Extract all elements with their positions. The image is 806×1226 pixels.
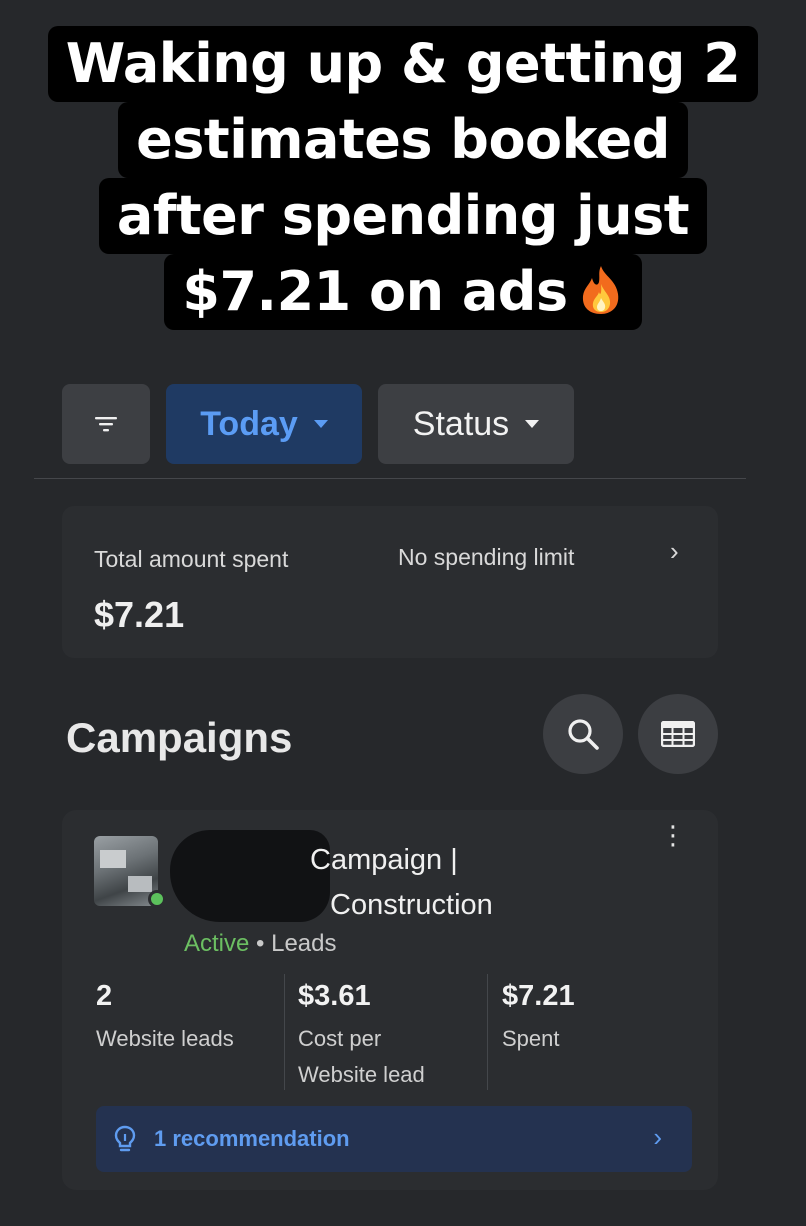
redacted-name-block bbox=[170, 830, 330, 922]
spending-limit-text: No spending limit bbox=[398, 544, 575, 570]
metric-value: 2 bbox=[96, 980, 113, 1012]
thumbnail-house-shape bbox=[128, 876, 152, 892]
campaign-objective: Leads bbox=[271, 930, 337, 957]
fire-icon bbox=[582, 266, 618, 314]
metric-label: Cost per Website lead bbox=[298, 1026, 425, 1087]
caption-overlay: Waking up & getting 2 estimates booked a… bbox=[0, 26, 806, 330]
campaign-name-line-2: Construction bbox=[330, 889, 493, 921]
caption-line-4: $7.21 on ads bbox=[164, 254, 642, 330]
divider bbox=[34, 478, 746, 479]
caption-line-2: estimates booked bbox=[118, 102, 688, 178]
more-options-icon[interactable]: ⋮ bbox=[660, 822, 686, 848]
metric-website-leads: 2 Website leads bbox=[96, 970, 276, 1057]
chevron-down-icon bbox=[313, 420, 328, 428]
screen: Waking up & getting 2 estimates booked a… bbox=[0, 0, 806, 1226]
total-spent-amount: $7.21 bbox=[94, 594, 185, 635]
caption-line-1: Waking up & getting 2 bbox=[47, 26, 759, 102]
chevron-down-icon bbox=[525, 420, 540, 428]
active-status-dot bbox=[148, 890, 166, 908]
metric-divider bbox=[284, 974, 285, 1090]
filter-icon bbox=[95, 417, 117, 432]
campaign-name-line-1: Campaign | bbox=[310, 844, 458, 876]
date-range-label: Today bbox=[200, 404, 298, 443]
caption-line-3: after spending just bbox=[98, 178, 708, 254]
metric-label: Website leads bbox=[96, 1026, 234, 1051]
status-active-text: Active bbox=[184, 930, 250, 957]
status-dropdown[interactable]: Status bbox=[378, 384, 574, 464]
table-columns-icon bbox=[661, 721, 695, 747]
metric-cost-per-lead: $3.61 Cost per Website lead bbox=[298, 970, 484, 1093]
lightbulb-icon bbox=[114, 1124, 140, 1154]
search-icon bbox=[568, 719, 599, 750]
columns-button[interactable] bbox=[638, 694, 718, 774]
total-spent-label: Total amount spent bbox=[94, 546, 289, 572]
metric-label: Spent bbox=[502, 1026, 560, 1051]
campaign-card[interactable]: Campaign | Construction ⋮ Active • Leads… bbox=[62, 810, 718, 1190]
recommendation-text: 1 recommendation bbox=[154, 1126, 350, 1151]
status-separator: • bbox=[256, 930, 265, 957]
filter-bar: Today Status bbox=[62, 384, 574, 466]
metric-value: $7.21 bbox=[502, 980, 575, 1012]
search-button[interactable] bbox=[543, 694, 623, 774]
metric-value: $3.61 bbox=[298, 980, 371, 1012]
campaign-status-line: Active • Leads bbox=[184, 930, 337, 958]
status-label: Status bbox=[412, 404, 510, 443]
caption-line-4-text: $7.21 on ads bbox=[182, 260, 568, 323]
recommendation-banner[interactable]: 1 recommendation › bbox=[96, 1106, 692, 1172]
chevron-right-icon: › bbox=[653, 1122, 662, 1152]
thumbnail-house-shape bbox=[100, 850, 126, 868]
date-range-dropdown[interactable]: Today bbox=[166, 384, 362, 464]
campaigns-heading: Campaigns bbox=[66, 714, 293, 761]
metric-spent: $7.21 Spent bbox=[502, 970, 682, 1057]
filter-button[interactable] bbox=[62, 384, 150, 464]
chevron-right-icon[interactable]: › bbox=[670, 536, 679, 567]
metric-divider bbox=[487, 974, 488, 1090]
campaign-metrics: 2 Website leads $3.61 Cost per Website le… bbox=[62, 970, 718, 1090]
spend-summary-card[interactable]: Total amount spent No spending limit › $… bbox=[62, 506, 718, 658]
campaign-name[interactable]: Campaign | Construction bbox=[310, 838, 493, 928]
